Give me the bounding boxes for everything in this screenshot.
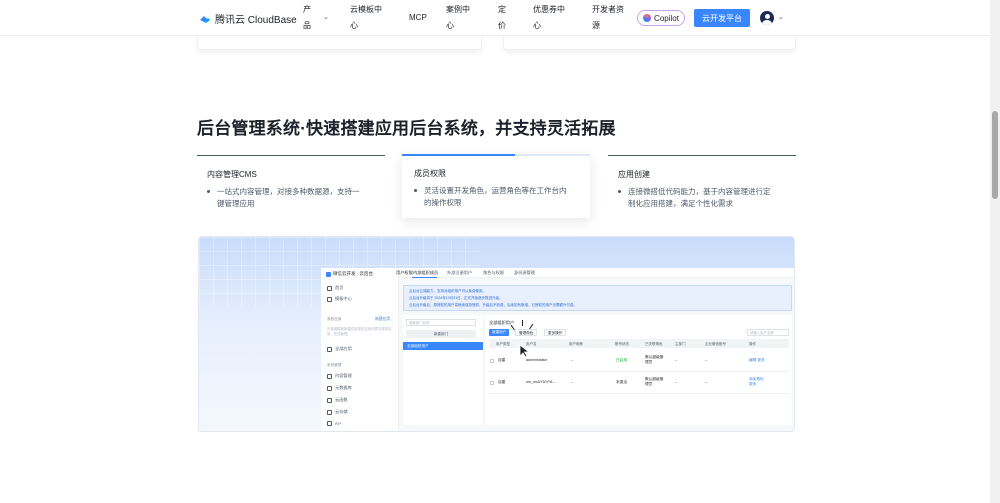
feature-card [197,36,482,50]
brand-logo[interactable]: 腾讯云 CloudBase [199,11,297,26]
tab-app-creation[interactable]: 应用创建 连接微搭低代码能力，基于内容管理进行定 制化应用搭建，满足个性化需求 [608,155,796,225]
copilot-button[interactable]: Copilot [637,10,685,26]
tab-progress [402,154,515,156]
table-row: 自建 uin_mc5Y30YVL... -- 未激活 默认超级管 理员 -- --… [489,372,789,394]
content-icon [327,373,332,379]
section-title: 后台管理系统·快速搭建应用后台系统，并支持灵活拓展 [197,119,616,138]
copilot-icon [643,14,652,22]
nav-item-products[interactable]: 产 品 [303,2,311,34]
cloud-platform-button[interactable]: 云开发平台 [694,9,750,27]
top-nav: 腾讯云 CloudBase 产 品 ⌄ 云模板中 心 MCP 案例中 心 定 价… [0,0,990,36]
chevron-down-icon[interactable]: ⌄ [778,13,784,21]
preview-notice: 云后台云端能力，支持对组织用户可以免费使用。 云后台升级将于 2024年10月3… [403,285,792,311]
cloud-logo-icon [200,15,210,23]
nav-item-mcp[interactable]: MCP [409,10,427,26]
feature-card [503,36,796,50]
template-icon [327,296,332,302]
scrollbar-thumb[interactable] [992,111,998,199]
table-row: 自建 administrator -- 已启用 默认超级管 理员 -- -- 编辑… [489,350,789,372]
nav-item-templates[interactable]: 云模板中 心 [350,2,382,34]
brand-name: 腾讯云 CloudBase [215,15,297,26]
chevron-down-icon[interactable]: ⌄ [323,13,329,21]
ai-icon [327,421,332,426]
nav-item-developer-resources[interactable]: 开发者资 源 [592,2,624,34]
database-icon [327,385,332,391]
nav-item-cases[interactable]: 案例中 心 [446,2,470,34]
feature-preview-image: 微信云开发 · 云后台 首页 模板中心 我的应用 新建应用 可使用模板新建应用或… [198,236,795,432]
storage-icon [327,409,332,415]
tab-member-permissions[interactable]: 成员权限 灵活设置开发角色，运营角色等在工作台内 的操作权限 [402,154,590,218]
preview-main: 用户权限 内部组织成员 外部注册用户 角色与权限 身份源管理 云后台云端能力，支… [396,268,794,431]
nav-item-coupons[interactable]: 优惠券中 心 [533,2,565,34]
apps-icon [327,346,332,352]
page-scrollbar[interactable] [990,0,1000,503]
cloud-logo-icon [326,271,331,277]
preview-sidebar: 微信云开发 · 云后台 首页 模板中心 我的应用 新建应用 可使用模板新建应用或… [321,268,399,431]
tab-content-management[interactable]: 内容管理CMS 一站式内容管理，对接多种数据源，支持一 键管理应用 [197,155,385,225]
home-icon [327,285,332,291]
avatar[interactable] [760,11,774,25]
function-icon [327,397,332,403]
nav-item-pricing[interactable]: 定 价 [498,2,506,34]
